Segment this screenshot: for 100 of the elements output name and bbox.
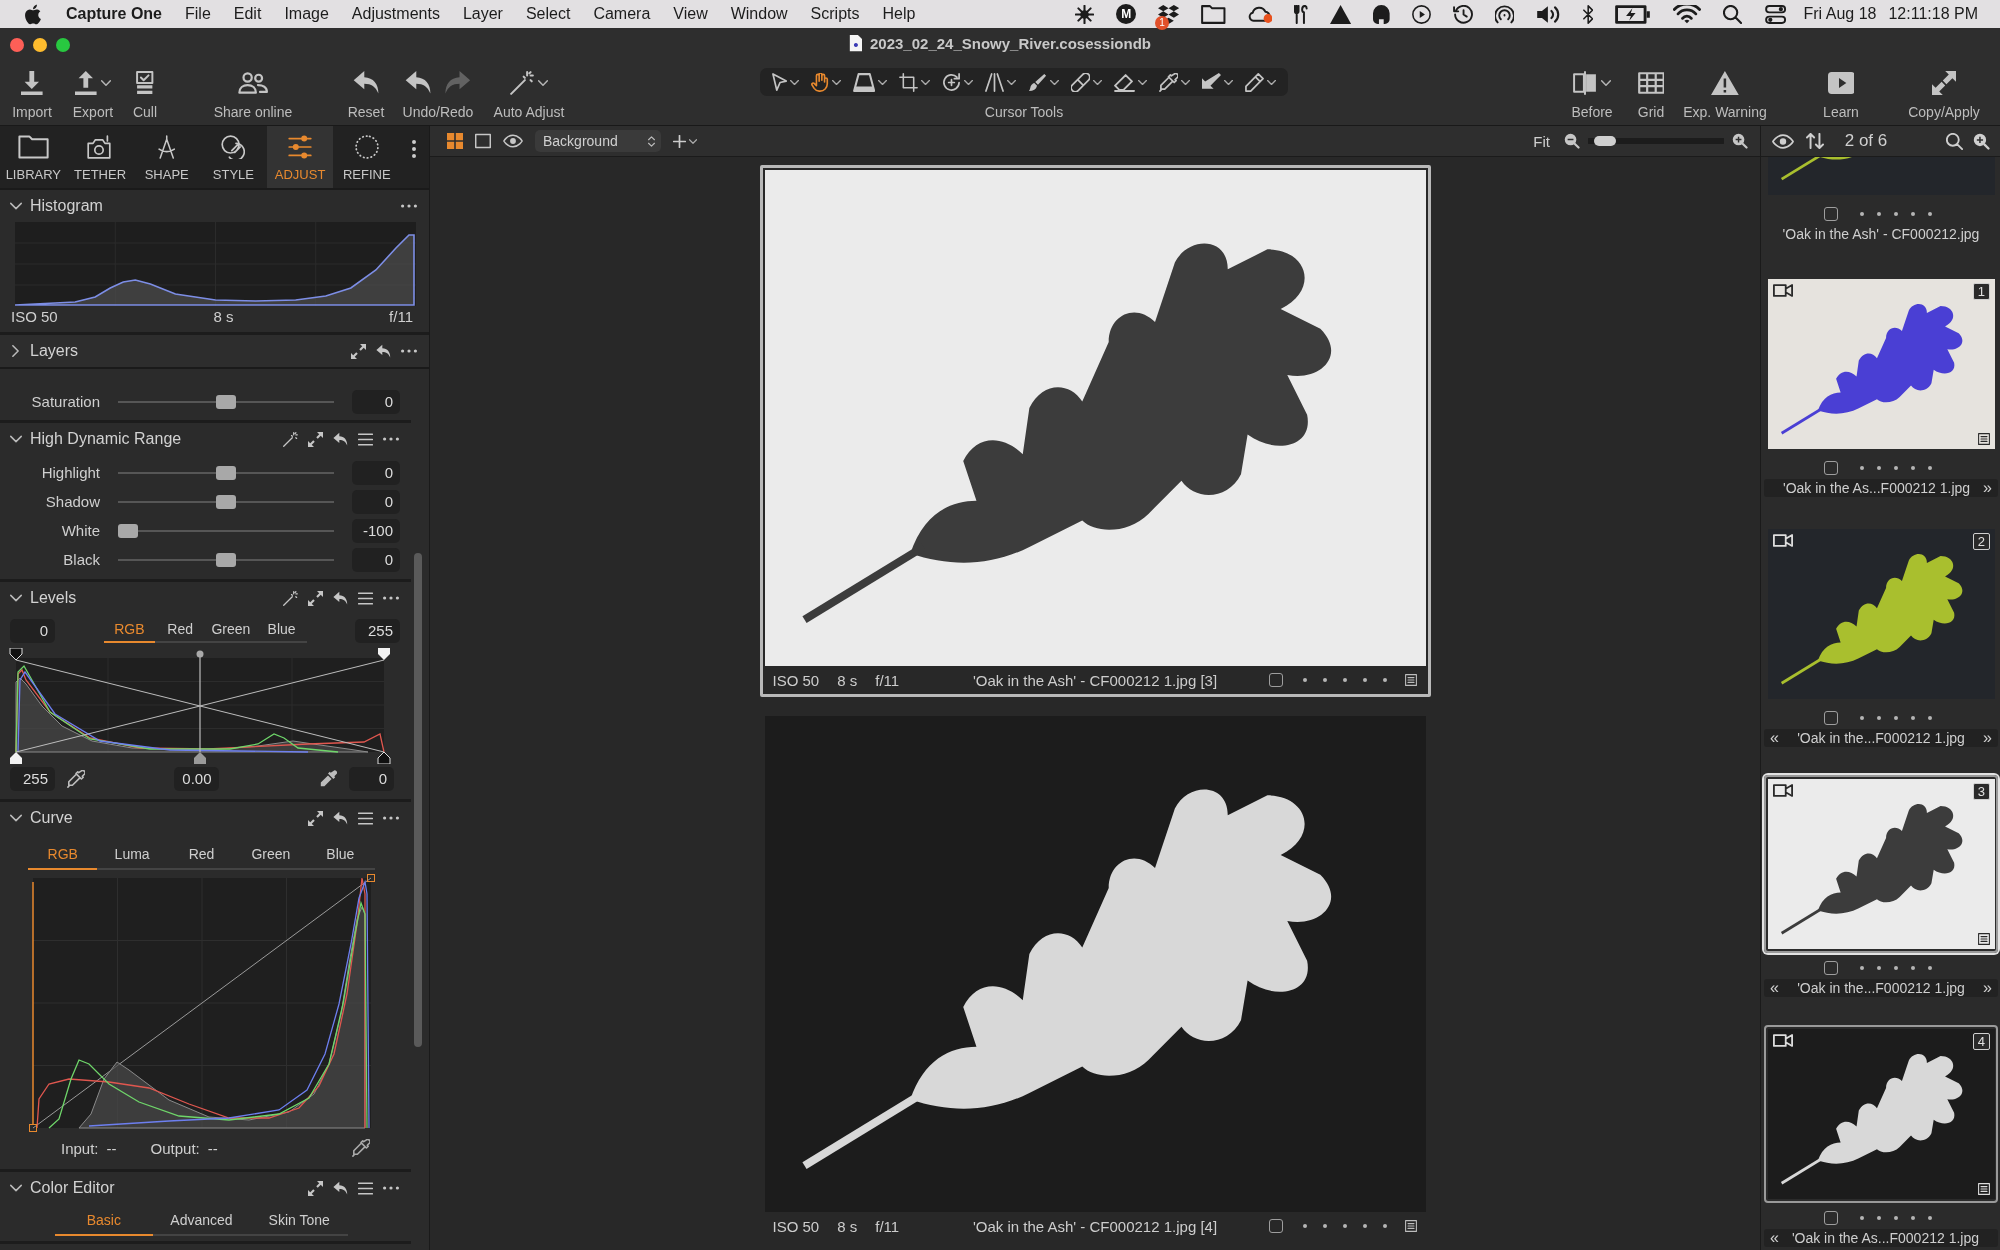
zoom-in-icon[interactable] <box>1973 132 1990 150</box>
level-handle[interactable] <box>10 752 22 764</box>
rating-dot-icon[interactable] <box>1911 212 1915 216</box>
pencil-icon[interactable] <box>1245 72 1264 92</box>
caret-icon[interactable] <box>1138 79 1148 85</box>
apple-icon[interactable] <box>25 3 42 25</box>
chevron-icon[interactable] <box>10 1184 22 1192</box>
more-icon[interactable] <box>412 140 417 158</box>
rating-dot-icon[interactable] <box>1928 212 1932 216</box>
bandage-icon[interactable] <box>1071 72 1091 92</box>
checkbox[interactable] <box>1268 673 1283 687</box>
value-field[interactable]: 0 <box>349 767 394 791</box>
play-circle-icon[interactable] <box>1411 4 1431 24</box>
magic-wand-icon[interactable] <box>283 590 298 606</box>
channel-tab[interactable]: Green <box>236 840 306 870</box>
rating-dot-icon[interactable] <box>1928 466 1932 470</box>
slider-thumb[interactable] <box>216 465 236 480</box>
eyedropper-icon[interactable] <box>319 770 337 788</box>
diagonal-arrow-icon[interactable] <box>1202 72 1222 92</box>
caret-icon[interactable] <box>921 79 931 85</box>
slider-thumb[interactable] <box>1593 136 1616 146</box>
rating-dot-icon[interactable] <box>1894 716 1898 720</box>
rating-dot-icon[interactable] <box>1362 1224 1367 1228</box>
more-icon[interactable] <box>401 204 417 208</box>
chevron-icon[interactable] <box>10 594 22 602</box>
folder-icon[interactable] <box>1201 4 1226 24</box>
menu-item[interactable]: Window <box>730 4 788 24</box>
caret-icon[interactable] <box>1224 79 1234 85</box>
scrollbar-thumb[interactable] <box>414 553 422 1047</box>
value-field[interactable]: 0 <box>10 619 55 643</box>
hand-icon[interactable] <box>811 72 830 92</box>
battery-icon[interactable] <box>1615 4 1652 24</box>
rating-dot-icon[interactable] <box>1860 1216 1864 1220</box>
channel-tab[interactable]: Red <box>154 619 206 643</box>
import-button[interactable]: Import <box>12 58 52 125</box>
menu-item[interactable]: Help <box>882 4 916 24</box>
slider-thumb[interactable] <box>216 394 236 409</box>
status-item[interactable]: M <box>1116 4 1137 24</box>
selection-frame[interactable]: 3 <box>1764 775 1998 953</box>
channel-tab[interactable]: Blue <box>256 619 307 643</box>
section-title[interactable]: Curve <box>30 809 73 827</box>
cull-button[interactable]: Cull <box>132 58 158 125</box>
caret-icon[interactable] <box>790 79 800 85</box>
expand-arrows-icon[interactable] <box>308 810 323 826</box>
eyedropper-icon[interactable] <box>1159 72 1179 92</box>
rating-dot-icon[interactable] <box>1342 1224 1347 1228</box>
trapezoid-icon[interactable] <box>853 72 876 92</box>
grid-button[interactable]: Grid <box>1637 58 1665 125</box>
editor-tab[interactable]: Advanced <box>152 1208 251 1236</box>
menu-item[interactable]: Scripts <box>810 4 860 24</box>
bluetooth-icon[interactable] <box>1582 4 1594 24</box>
slider-thumb[interactable] <box>216 552 236 567</box>
chevron-icon[interactable] <box>10 202 22 210</box>
rating-dot-icon[interactable] <box>1894 466 1898 470</box>
section-title[interactable]: High Dynamic Range <box>30 430 182 448</box>
single-view-icon[interactable] <box>475 133 491 149</box>
checkbox[interactable] <box>1268 1219 1283 1233</box>
more-icon[interactable] <box>383 1186 399 1190</box>
rating-dot-icon[interactable] <box>1860 966 1864 970</box>
rating-dot-icon[interactable] <box>1342 678 1347 682</box>
checkbox[interactable] <box>1824 961 1838 975</box>
curved-arrow-icon[interactable] <box>333 1180 348 1196</box>
curved-arrow-icon[interactable] <box>333 431 348 447</box>
rating-dot-icon[interactable] <box>1911 466 1915 470</box>
menu-icon[interactable] <box>358 590 373 606</box>
rating-dot-icon[interactable] <box>1362 678 1367 682</box>
editor-tab[interactable]: Basic <box>55 1208 153 1236</box>
toggles-icon[interactable] <box>1764 4 1788 24</box>
zoom-button[interactable] <box>56 38 70 52</box>
checkbox[interactable] <box>1824 711 1838 725</box>
caret-icon[interactable] <box>878 79 888 85</box>
checkbox[interactable] <box>1824 1211 1838 1225</box>
value-field[interactable]: 0 <box>352 389 400 414</box>
level-handle[interactable] <box>196 650 204 658</box>
crop-icon[interactable] <box>899 72 919 92</box>
rating-dot-icon[interactable] <box>1928 1216 1932 1220</box>
menu-item[interactable]: Select <box>525 4 571 24</box>
value-field[interactable]: 255 <box>355 619 400 643</box>
undo-redo-button[interactable]: Undo/Redo <box>402 58 474 125</box>
rating-dot-icon[interactable] <box>1894 1216 1898 1220</box>
rating-dot-icon[interactable] <box>1877 1216 1881 1220</box>
angle-lines-icon[interactable] <box>985 72 1005 92</box>
caret-icon[interactable] <box>1007 79 1017 85</box>
menu-item[interactable]: File <box>185 4 211 24</box>
triangle-icon[interactable] <box>1329 4 1352 24</box>
rating-dot-icon[interactable] <box>1382 678 1387 682</box>
menu-bar-date[interactable]: Fri Aug 18 <box>1803 5 1877 23</box>
menu-item[interactable]: Camera <box>593 4 651 24</box>
menu-icon[interactable] <box>358 431 373 447</box>
rating-dot-icon[interactable] <box>1877 466 1881 470</box>
rating-dot-icon[interactable] <box>1877 716 1881 720</box>
section-title[interactable]: Color Editor <box>30 1179 115 1197</box>
rating-dot-icon[interactable] <box>1894 212 1898 216</box>
eraser-icon[interactable] <box>1114 72 1136 92</box>
caret-icon[interactable] <box>832 79 842 85</box>
rating-dot-icon[interactable] <box>1877 966 1881 970</box>
expand-arrows-icon[interactable] <box>308 431 323 447</box>
reset-button[interactable]: Reset <box>347 58 385 125</box>
chevron-icon[interactable] <box>10 814 22 822</box>
menu-item[interactable]: Adjustments <box>351 4 440 24</box>
